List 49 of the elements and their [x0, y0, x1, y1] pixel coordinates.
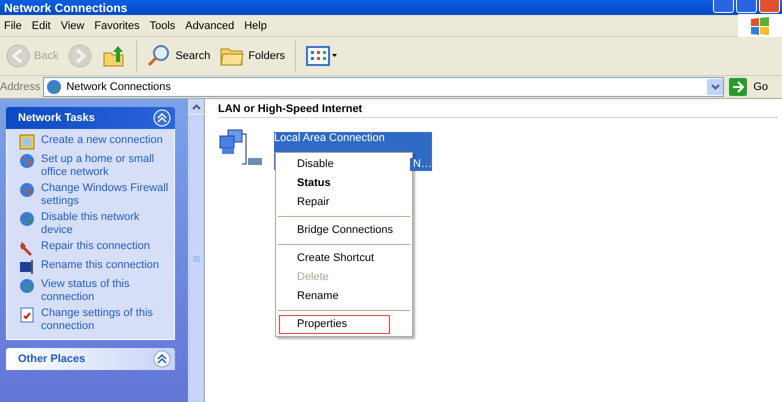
panel-title: Network Tasks [18, 112, 95, 124]
grip-icon [193, 256, 200, 262]
menu-item[interactable]: Tools [146, 20, 182, 32]
context-menu-item[interactable]: Properties [279, 315, 390, 334]
search-icon [147, 44, 172, 68]
globe-icon [19, 211, 35, 227]
scroll-up-icon [192, 104, 201, 110]
globe-icon [19, 153, 35, 169]
scrollbar[interactable] [188, 99, 204, 402]
menu-item[interactable]: File [1, 20, 29, 32]
go-arrow-icon [729, 78, 748, 96]
task-link[interactable]: Create a new connection [19, 134, 170, 150]
menu-item[interactable]: Favorites [91, 20, 147, 32]
network-globe-icon [46, 79, 62, 95]
task-link[interactable]: Change settings of this connection [19, 307, 170, 333]
folders-button[interactable]: Folders [217, 43, 288, 69]
menu-item[interactable]: View [58, 20, 92, 32]
task-link[interactable]: Change Windows Firewall settings [19, 182, 170, 208]
context-menu-item[interactable]: Rename [279, 287, 390, 306]
globe-icon [19, 278, 35, 294]
group-header: LAN or High-Speed Internet [218, 103, 778, 118]
address-label: Address [0, 81, 40, 93]
go-button[interactable]: Go [727, 78, 782, 96]
collapse-chevron-icon[interactable] [153, 350, 171, 368]
network-computers-icon [218, 128, 264, 168]
task-link[interactable]: View status of this connection [19, 278, 170, 304]
task-link[interactable]: Set up a home or small office network [19, 153, 170, 179]
context-menu-item[interactable]: Repair [279, 193, 390, 212]
task-panel-header[interactable]: Other Places [6, 348, 175, 370]
context-menu-item[interactable]: Status [279, 174, 390, 193]
window-title: Network Connections [4, 1, 128, 15]
panel-title: Other Places [18, 353, 86, 365]
dropdown-button[interactable] [707, 79, 724, 95]
task-panel-header[interactable]: Network Tasks [6, 107, 175, 129]
globe-icon [19, 182, 35, 198]
folder-up-icon [102, 44, 126, 68]
task-link[interactable]: Disable this network device [19, 211, 170, 237]
task-link[interactable]: Repair this connection [19, 240, 170, 256]
views-icon [306, 46, 338, 66]
document-check-icon [19, 307, 35, 323]
task-link[interactable]: Rename this connection [19, 259, 170, 275]
menu-item[interactable]: Help [241, 20, 274, 32]
chevron-down-icon [710, 84, 720, 90]
context-menu-item[interactable]: Create Shortcut [279, 249, 390, 268]
search-button[interactable]: Search [144, 42, 214, 70]
address-field[interactable]: Network Connections [43, 77, 724, 97]
menu-item[interactable]: Advanced [182, 20, 242, 32]
windows-logo-icon [749, 16, 771, 36]
menu-item[interactable]: Edit [28, 20, 58, 32]
